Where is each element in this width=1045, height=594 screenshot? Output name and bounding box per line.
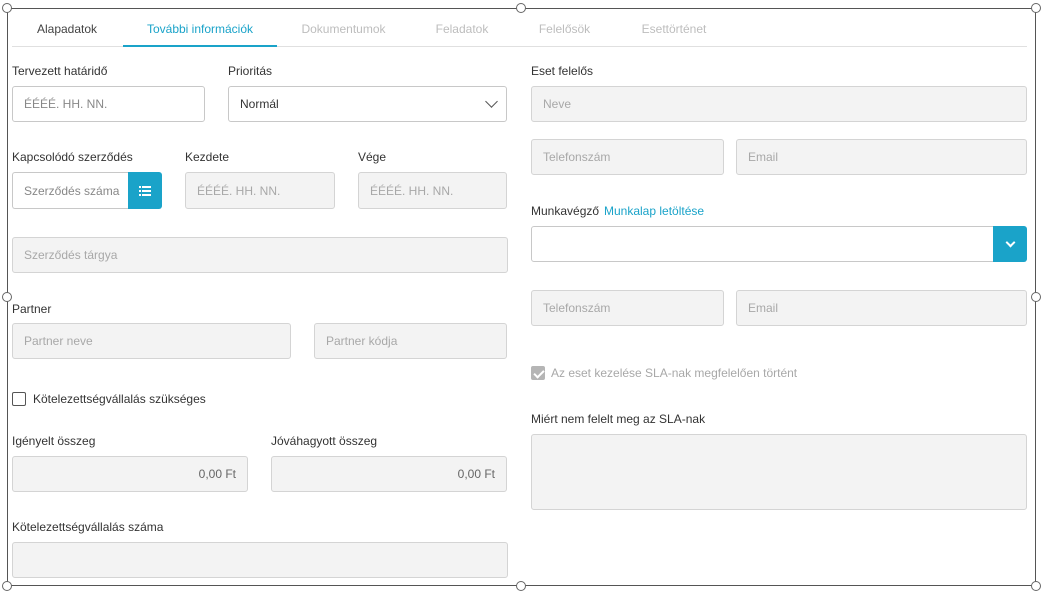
resize-handle-tr[interactable]	[1031, 3, 1041, 13]
resize-handle-bl[interactable]	[2, 581, 12, 591]
contract-number-input[interactable]: Szerződés száma	[12, 172, 132, 209]
start-date-input: ÉÉÉÉ. HH. NN.	[185, 172, 335, 209]
resize-handle-mr[interactable]	[1031, 292, 1041, 302]
requested-amount-input: 0,00 Ft	[12, 456, 248, 492]
start-label: Kezdete	[185, 150, 230, 164]
case-owner-phone-input: Telefonszám	[531, 139, 724, 175]
tab-more-info[interactable]: További információk	[123, 14, 277, 47]
case-owner-label: Eset felelős	[531, 64, 594, 78]
tab-history[interactable]: Esettörténet	[635, 14, 713, 47]
sla-reason-textarea	[531, 434, 1027, 510]
chevron-down-icon	[1005, 237, 1015, 247]
contract-label: Kapcsolódó szerződés	[12, 150, 133, 164]
resize-handle-tl[interactable]	[2, 3, 12, 13]
chevron-down-icon	[485, 95, 498, 108]
approved-amount-label: Jóváhagyott összeg	[271, 434, 378, 448]
resize-handle-bc[interactable]	[516, 581, 526, 591]
partner-code-input: Partner kódja	[314, 323, 507, 359]
resize-handle-br[interactable]	[1031, 581, 1041, 591]
end-date-input: ÉÉÉÉ. HH. NN.	[358, 172, 507, 209]
commitment-number-label: Kötelezettségvállalás száma	[12, 520, 164, 534]
commitment-number-input	[12, 542, 508, 578]
contract-subject-input: Szerződés tárgya	[12, 237, 508, 273]
requested-amount-label: Igényelt összeg	[12, 434, 96, 448]
sla-reason-label: Miért nem felelt meg az SLA-nak	[531, 412, 706, 426]
resize-handle-ml[interactable]	[2, 292, 12, 302]
tab-tasks[interactable]: Feladatok	[426, 14, 498, 47]
sla-checkbox	[531, 366, 545, 380]
contract-list-button[interactable]	[128, 172, 162, 209]
commitment-required-checkbox[interactable]	[12, 392, 26, 406]
tab-documents[interactable]: Dokumentumok	[296, 14, 391, 47]
worker-select[interactable]	[531, 226, 994, 262]
tab-bar: Alapadatok További információk Dokumentu…	[12, 14, 1027, 47]
priority-value: Normál	[240, 97, 279, 111]
worker-email-input: Email	[736, 290, 1027, 326]
download-worksheet-link[interactable]: Munkalap letöltése	[604, 204, 704, 218]
resize-handle-tc[interactable]	[516, 3, 526, 13]
partner-label: Partner	[12, 302, 52, 316]
partner-name-input: Partner neve	[12, 323, 291, 359]
deadline-label: Tervezett határidő	[12, 64, 108, 78]
approved-amount-input: 0,00 Ft	[271, 456, 507, 492]
case-owner-name-input: Neve	[531, 86, 1027, 122]
tab-basic-data[interactable]: Alapadatok	[22, 14, 112, 47]
tab-owners[interactable]: Felelősök	[527, 14, 602, 47]
worker-dropdown-button[interactable]	[993, 226, 1027, 262]
sla-label: Az eset kezelése SLA-nak megfelelően tör…	[551, 366, 798, 380]
case-owner-email-input: Email	[736, 139, 1027, 175]
priority-select[interactable]: Normál	[228, 86, 507, 122]
worker-label: Munkavégző	[531, 204, 600, 218]
deadline-input[interactable]: ÉÉÉÉ. HH. NN.	[12, 86, 205, 122]
worker-phone-input: Telefonszám	[531, 290, 724, 326]
end-label: Vége	[358, 150, 387, 164]
priority-label: Prioritás	[228, 64, 273, 78]
list-icon	[139, 185, 151, 196]
commitment-required-label: Kötelezettségvállalás szükséges	[33, 392, 206, 406]
